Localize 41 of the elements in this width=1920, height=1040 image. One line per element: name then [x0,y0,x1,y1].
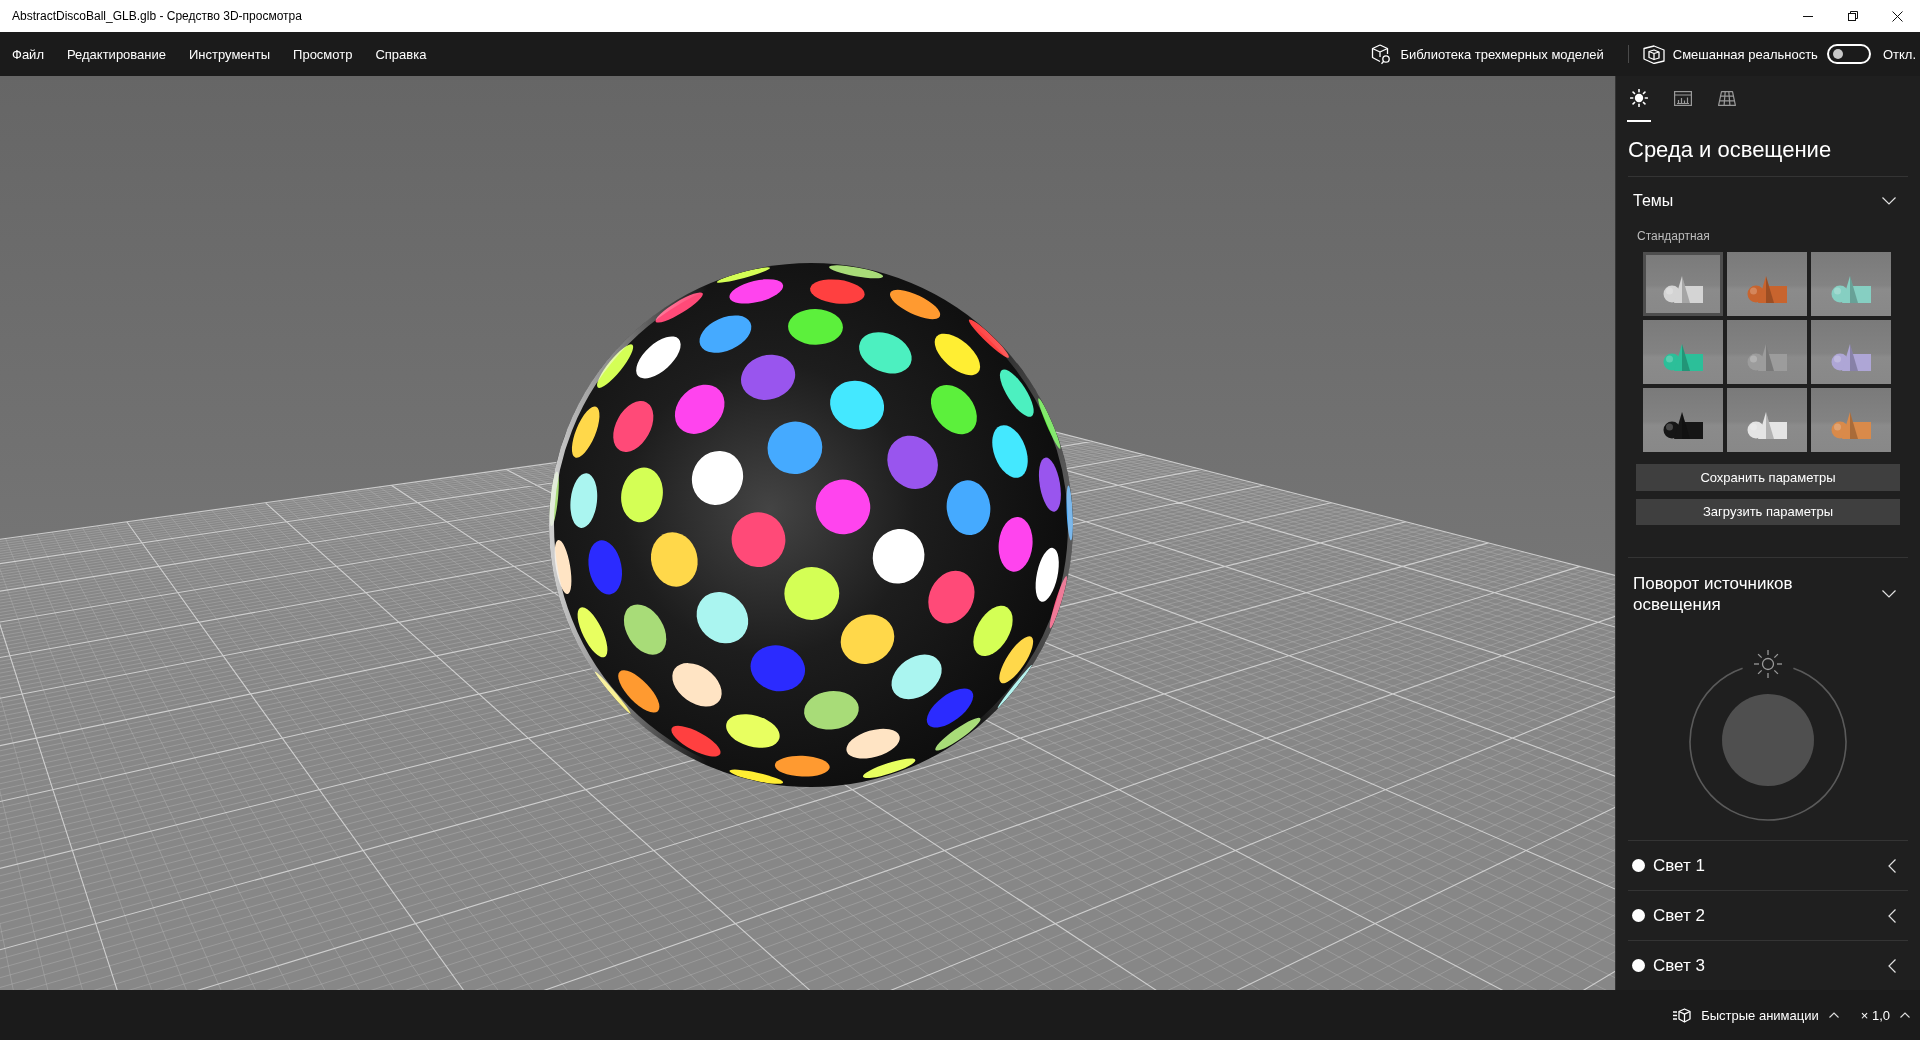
toggle-state-label: Откл. [1882,46,1916,62]
window-title: AbstractDiscoBall_GLB.glb - Средство 3D-просмотра [11,9,303,23]
theme-tile[interactable] [1727,252,1807,316]
theme-tile[interactable] [1727,388,1807,452]
caret-up-icon [1828,1012,1839,1018]
menu-item[interactable]: Инструменты [189,46,271,62]
section-header[interactable]: Поворот источников освещения [1616,558,1920,630]
animations-button[interactable]: Быстрые анимации [1673,1007,1839,1023]
close-icon [1892,10,1903,22]
toggle-switch[interactable] [1826,44,1871,64]
menu-item[interactable]: Файл [12,46,44,62]
theme-tile[interactable] [1643,320,1723,384]
mixed-reality-label: Смешанная реальность [1672,46,1818,62]
theme-tile[interactable] [1811,252,1891,316]
light-row[interactable]: Свет 2 [1628,890,1908,940]
library-button[interactable]: Библиотека трехмерных моделей [1371,43,1604,65]
theme-tile[interactable] [1643,252,1723,316]
menu-item[interactable]: Просмотр [293,46,353,62]
caret-up-icon [1900,1012,1910,1018]
cube-search-icon [1371,43,1393,65]
menu-item[interactable]: Справка [375,46,427,62]
group-label: Стандартная [1637,228,1711,244]
sun-icon[interactable] [1753,649,1783,679]
save-button[interactable]: Сохранить параметры [1636,464,1900,491]
section-header[interactable]: Темы [1616,177,1920,224]
light-row[interactable]: Свет 1 [1628,840,1908,890]
chart-icon [1674,90,1692,106]
cube-frame-icon [1642,44,1665,64]
load-button[interactable]: Загрузить параметры [1636,498,1900,525]
minimize-icon [1802,15,1813,17]
theme-tile[interactable] [1643,388,1723,452]
restore-icon [1847,11,1858,21]
panel-title: Среда и освещение [1628,136,1833,164]
sun-icon [1630,89,1648,107]
theme-tile[interactable] [1727,320,1807,384]
menu-item[interactable]: Редактирование [66,46,166,62]
speed-button[interactable]: × 1,0 [1860,1007,1910,1023]
grid-icon [1718,90,1736,106]
theme-tile[interactable] [1811,320,1891,384]
cube-speed-icon [1673,1007,1692,1023]
theme-tile[interactable] [1811,388,1891,452]
